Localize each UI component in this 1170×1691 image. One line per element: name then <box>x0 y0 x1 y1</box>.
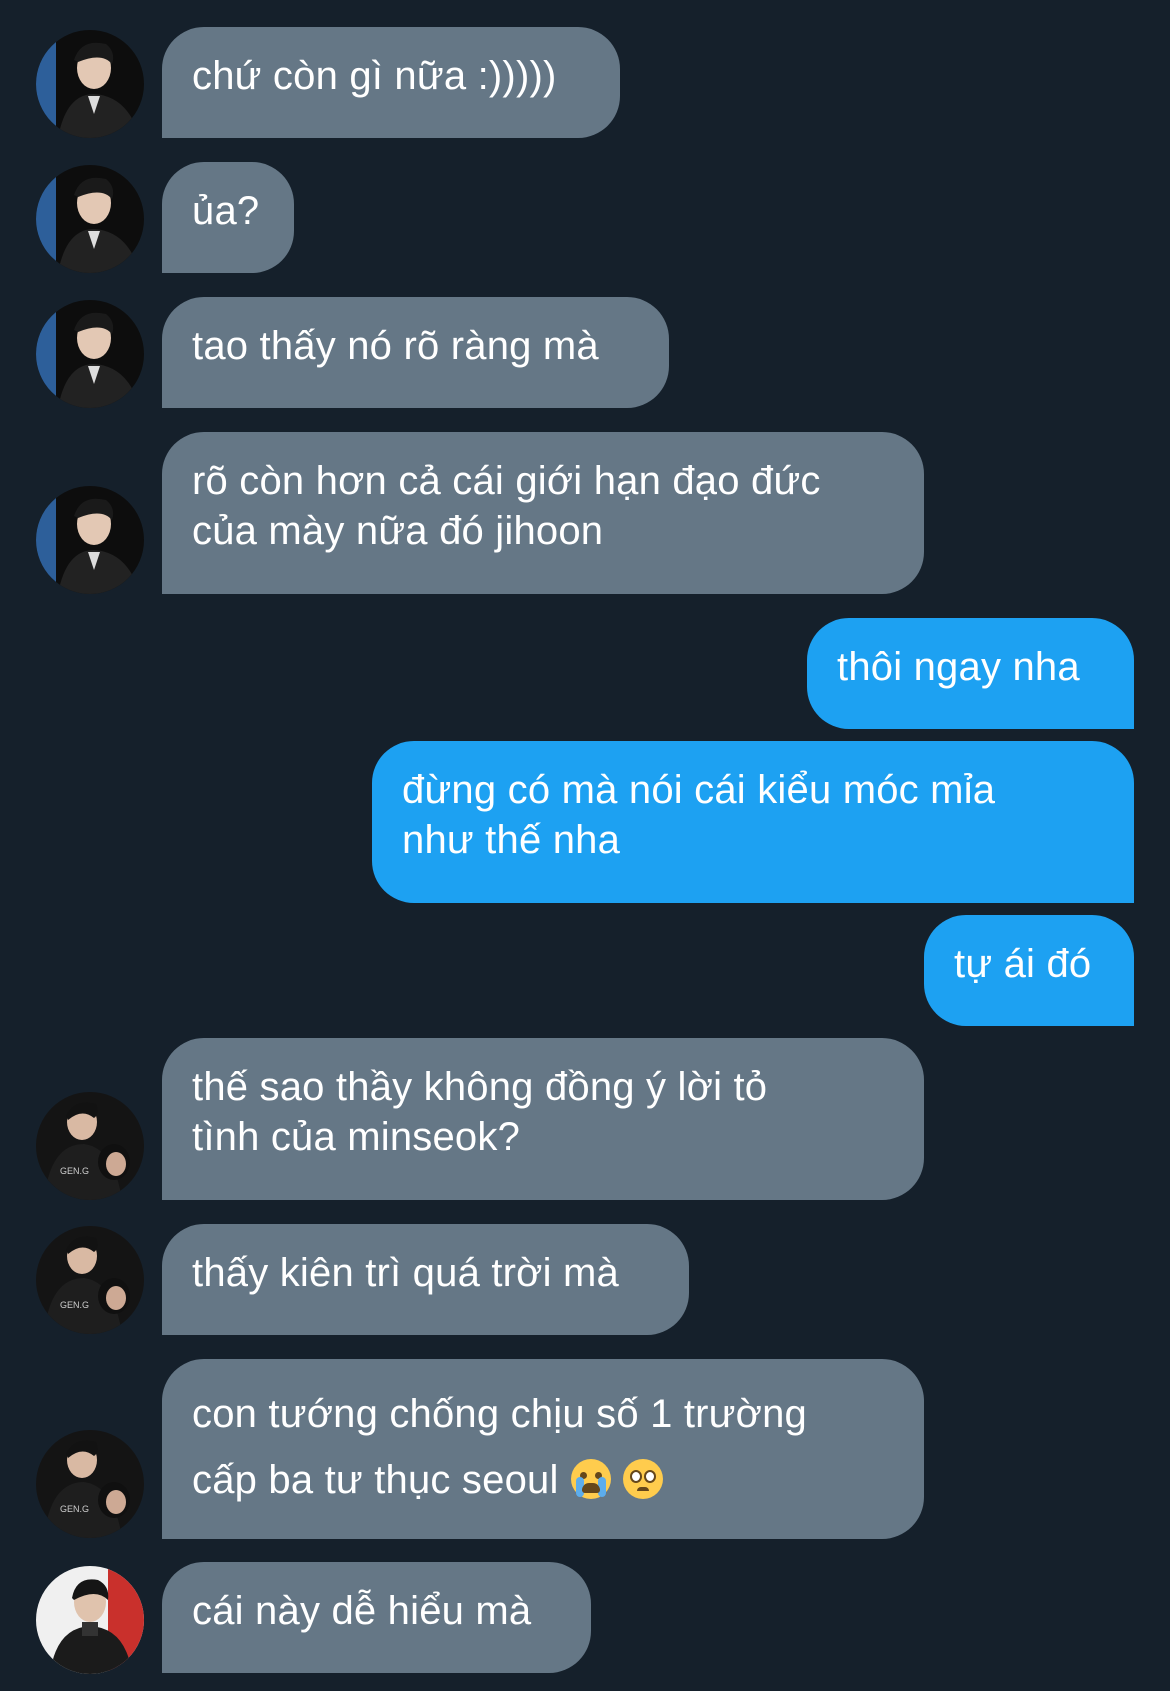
avatar-image <box>36 486 144 594</box>
message-text-line: của mày nữa đó jihoon <box>192 509 604 553</box>
outgoing-message-bubble[interactable]: thôi ngay nha <box>807 618 1134 729</box>
message-text: tự ái đó <box>954 942 1092 986</box>
message-text-line: đừng có mà nói cái kiểu móc mỉa <box>402 768 996 812</box>
incoming-message-bubble[interactable]: thấy kiên trì quá trời mà <box>162 1224 689 1335</box>
message-text: thấy kiên trì quá trời mà <box>192 1251 619 1295</box>
message-text: ủa? <box>192 189 260 233</box>
avatar-user-a[interactable] <box>36 165 144 273</box>
outgoing-message-bubble[interactable]: đừng có mà nói cái kiểu móc mỉa như thế … <box>372 741 1134 903</box>
message-text: cái này dễ hiểu mà <box>192 1589 532 1633</box>
avatar-user-a[interactable] <box>36 30 144 138</box>
message-text-line: rõ còn hơn cả cái giới hạn đạo đức <box>192 459 821 503</box>
incoming-message-bubble[interactable]: rõ còn hơn cả cái giới hạn đạo đức của m… <box>162 432 924 594</box>
incoming-message-bubble[interactable]: chứ còn gì nữa :))))) <box>162 27 620 138</box>
message-text-line: con tướng chống chịu số 1 trường <box>192 1392 807 1436</box>
message-text-line: tình của minseok? <box>192 1115 521 1159</box>
incoming-message-bubble[interactable]: cái này dễ hiểu mà <box>162 1562 591 1673</box>
avatar-image <box>36 1566 144 1674</box>
avatar-user-c[interactable] <box>36 1566 144 1674</box>
incoming-message-bubble[interactable]: con tướng chống chịu số 1 trường cấp ba … <box>162 1359 924 1539</box>
avatar-user-b[interactable]: GEN.G <box>36 1226 144 1334</box>
svg-text:GEN.G: GEN.G <box>60 1166 89 1176</box>
avatar-image <box>36 165 144 273</box>
message-text: thôi ngay nha <box>837 645 1080 689</box>
message-text: chứ còn gì nữa :))))) <box>192 54 557 98</box>
message-text-line: thế sao thầy không đồng ý lời tỏ <box>192 1065 768 1109</box>
message-text: cấp ba tư thục seoul <box>192 1458 559 1502</box>
avatar-user-b[interactable]: GEN.G <box>36 1092 144 1200</box>
pleading-face-emoji <box>622 1459 663 1499</box>
message-text-line: như thế nha <box>402 818 621 862</box>
avatar-image <box>36 30 144 138</box>
avatar-user-a[interactable] <box>36 300 144 408</box>
message-text: tao thấy nó rõ ràng mà <box>192 324 599 368</box>
avatar-image: GEN.G <box>36 1226 144 1334</box>
loudly-crying-face-emoji <box>570 1459 611 1499</box>
avatar-image: GEN.G <box>36 1092 144 1200</box>
avatar-image <box>36 300 144 408</box>
outgoing-message-bubble[interactable]: tự ái đó <box>924 915 1134 1026</box>
svg-text:GEN.G: GEN.G <box>60 1300 89 1310</box>
svg-text:GEN.G: GEN.G <box>60 1504 89 1514</box>
incoming-message-bubble[interactable]: tao thấy nó rõ ràng mà <box>162 297 669 408</box>
message-text-line: cấp ba tư thục seoul <box>192 1447 894 1513</box>
avatar-image: GEN.G <box>36 1430 144 1538</box>
avatar-user-a[interactable] <box>36 486 144 594</box>
incoming-message-bubble[interactable]: thế sao thầy không đồng ý lời tỏ tình củ… <box>162 1038 924 1200</box>
incoming-message-bubble[interactable]: ủa? <box>162 162 294 273</box>
avatar-user-b[interactable]: GEN.G <box>36 1430 144 1538</box>
